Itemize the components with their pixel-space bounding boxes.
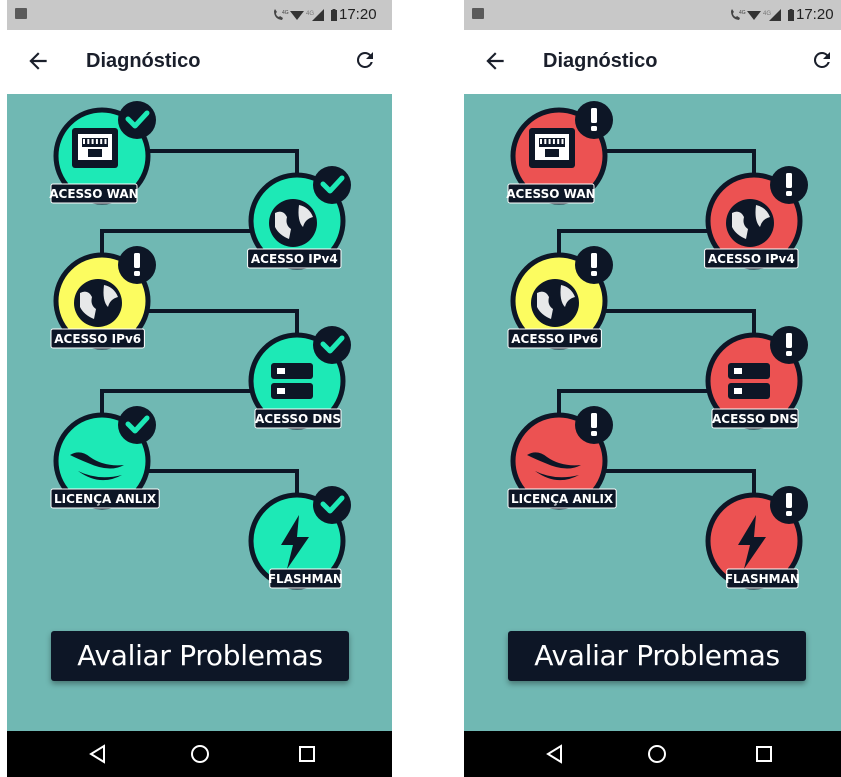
node-label: ACESSO DNS [255,412,341,426]
page-title: Diagnóstico [543,50,658,72]
status-badge [575,246,613,284]
app-bar: Diagnóstico [7,30,392,94]
status-badge [313,486,351,524]
status-bar: 4G 4G 17:20 [7,0,392,30]
status-time: 17:20 [339,6,377,23]
exclamation-icon [134,253,140,276]
diagnostic-node[interactable]: ACESSO IPv4 [704,166,808,270]
globe-icon [74,279,122,327]
status-badge [575,406,613,444]
diagnostic-node[interactable]: FLASHMAN [705,486,808,590]
phone-screen-right: 4G 4G 17:20 Diagnóstico ACESSO WAN ACESSO… [464,0,841,777]
app-bar: Diagnóstico [464,30,841,94]
exclamation-icon [786,173,792,196]
wifi-icon [747,11,761,20]
home-circle-icon[interactable] [189,743,211,765]
diagnostic-node[interactable]: ACESSO IPv6 [50,246,156,350]
status-badge [313,326,351,364]
globe-icon [269,199,317,247]
exclamation-icon [786,493,792,516]
android-nav-bar [7,731,392,777]
status-badge [575,101,613,139]
ethernet-port-icon [72,128,118,168]
evaluate-problems-button[interactable]: Avaliar Problemas [508,631,806,681]
network-type: 4G [306,11,314,17]
wifi-icon [290,11,304,20]
node-label: ACESSO IPv4 [251,252,338,266]
back-triangle-icon[interactable] [545,743,567,765]
status-badge [118,406,156,444]
diagnostic-node[interactable]: LICENÇA ANLIX [50,406,160,510]
node-label: ACESSO DNS [712,412,798,426]
diagnostic-node[interactable]: ACESSO WAN [49,101,156,205]
node-label: ACESSO IPv6 [54,332,141,346]
network-type-small: 4G [739,10,746,16]
diagnostic-node[interactable]: FLASHMAN [248,486,351,590]
diagnostic-node[interactable]: ACESSO WAN [506,101,613,205]
status-badge [770,326,808,364]
status-time: 17:20 [796,6,834,23]
node-label: LICENÇA ANLIX [511,492,614,506]
status-icons: 4G 4G [731,9,794,21]
diagnostic-area: ACESSO WAN ACESSO IPv4 ACESSO IPv6 ACESSO D… [464,94,841,731]
node-label: FLASHMAN [725,572,800,586]
globe-icon [531,279,579,327]
diagnostic-node[interactable]: ACESSO IPv6 [507,246,613,350]
node-label: ACESSO IPv6 [511,332,598,346]
ethernet-port-icon [529,128,575,168]
globe-icon [726,199,774,247]
status-icons: 4G 4G [274,9,337,21]
status-badge [313,166,351,204]
refresh-icon[interactable] [353,48,377,72]
diagnostic-node[interactable]: ACESSO DNS [705,326,808,430]
battery-icon [331,9,337,21]
status-bar: 4G 4G 17:20 [464,0,841,30]
evaluate-problems-button[interactable]: Avaliar Problemas [51,631,349,681]
phone-screen-left: 4G 4G 17:20 Diagnóstico ACESSO WAN ACESSO… [7,0,392,777]
node-label: FLASHMAN [268,572,343,586]
network-type: 4G [763,11,771,17]
exclamation-icon [591,253,597,276]
diagnostic-node[interactable]: LICENÇA ANLIX [507,406,617,510]
status-badge [118,246,156,284]
arrow-left-icon[interactable] [482,48,508,74]
refresh-icon[interactable] [810,48,834,72]
node-label: LICENÇA ANLIX [54,492,157,506]
exclamation-icon [591,413,597,436]
diagnostic-area: ACESSO WAN ACESSO IPv4 ACESSO IPv6 ACESSO D… [7,94,392,731]
recents-square-icon[interactable] [753,743,775,765]
battery-icon [788,9,794,21]
back-triangle-icon[interactable] [88,743,110,765]
network-type-small: 4G [282,10,289,16]
diagnostic-node[interactable]: ACESSO DNS [248,326,351,430]
diagnostic-node[interactable]: ACESSO IPv4 [247,166,351,270]
node-label: ACESSO IPv4 [708,252,795,266]
status-badge [118,101,156,139]
android-nav-bar [464,731,841,777]
image-notification-icon [472,8,484,19]
node-label: ACESSO WAN [49,187,138,201]
recents-square-icon[interactable] [296,743,318,765]
image-notification-icon [15,8,27,19]
exclamation-icon [591,108,597,131]
status-badge [770,166,808,204]
node-label: ACESSO WAN [506,187,595,201]
exclamation-icon [786,333,792,356]
page-title: Diagnóstico [86,50,201,72]
status-badge [770,486,808,524]
arrow-left-icon[interactable] [25,48,51,74]
home-circle-icon[interactable] [646,743,668,765]
